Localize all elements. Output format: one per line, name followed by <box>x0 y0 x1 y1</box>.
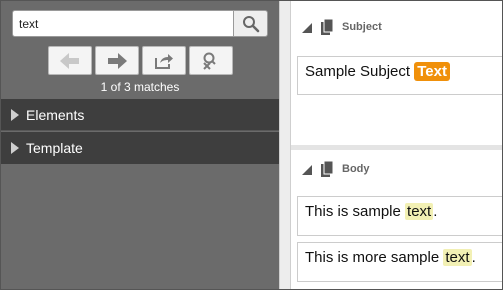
body-paragraph-1[interactable]: This is sample text. <box>297 196 502 236</box>
expand-triangle-icon[interactable] <box>11 108 19 121</box>
tree-item-label: Elements <box>26 106 85 123</box>
next-match-button[interactable] <box>95 46 139 75</box>
tree-item-template[interactable]: Template <box>1 132 279 164</box>
navigation-panel: 1 of 3 matches Elements Template <box>1 1 279 289</box>
field-text: . <box>433 203 438 220</box>
clear-search-button[interactable] <box>189 46 233 75</box>
subject-section-header[interactable]: Subject <box>291 8 502 46</box>
body-paragraph-2[interactable]: This is more sample text. <box>297 242 502 282</box>
subject-field[interactable]: Sample Subject Text <box>297 56 502 95</box>
section-title: Body <box>342 163 370 175</box>
find-and-replace-window: 1 of 3 matches Elements Template Subject… <box>0 0 503 290</box>
body-section-header[interactable]: Body <box>291 150 502 188</box>
search-input[interactable] <box>13 11 225 36</box>
magnifier-icon <box>242 15 259 32</box>
arrow-left-icon <box>60 52 79 69</box>
search-box <box>12 10 234 37</box>
share-results-button[interactable] <box>142 46 186 75</box>
field-text: . <box>471 249 476 266</box>
panel-splitter[interactable] <box>279 1 291 289</box>
field-text: This is more sample <box>305 249 444 266</box>
arrow-right-icon <box>108 52 127 69</box>
previous-match-button[interactable] <box>48 46 92 75</box>
tree-item-elements[interactable]: Elements <box>1 99 279 131</box>
match-count: 1 of 3 matches <box>100 80 180 94</box>
content-panel: Subject Sample Subject Text Body This is… <box>291 1 502 289</box>
match-highlight: text <box>405 203 434 220</box>
collapse-corner-icon[interactable] <box>302 23 312 33</box>
collapse-corner-icon[interactable] <box>302 165 312 175</box>
section-title: Subject <box>342 21 382 33</box>
tree-item-label: Template <box>26 140 83 156</box>
field-text: Sample Subject <box>305 63 415 80</box>
expand-triangle-icon[interactable] <box>11 142 19 154</box>
current-match-highlight: Text <box>414 62 450 81</box>
clear-search-icon <box>203 52 216 70</box>
field-text: This is sample <box>305 203 406 220</box>
document-icon <box>321 161 333 177</box>
search-toolbar <box>48 46 236 75</box>
share-icon <box>155 53 173 69</box>
match-highlight: text <box>443 249 472 266</box>
document-icon <box>321 19 333 35</box>
search-button[interactable] <box>234 10 268 37</box>
